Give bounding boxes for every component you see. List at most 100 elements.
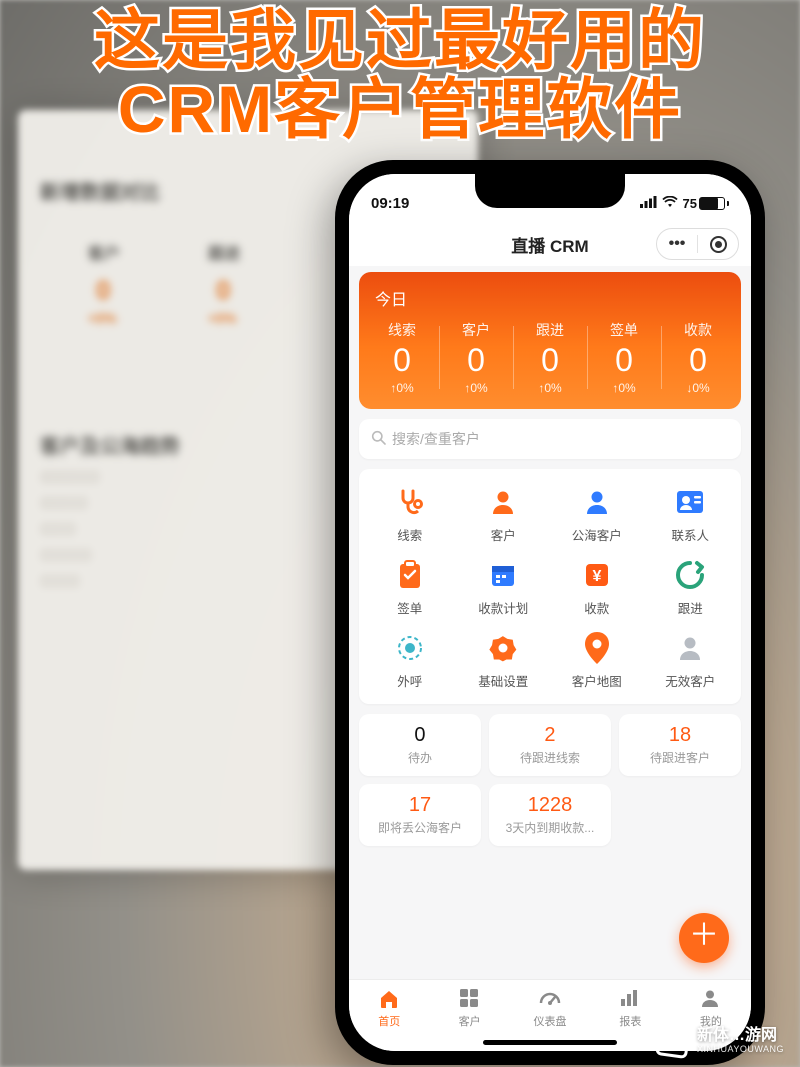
notch xyxy=(475,174,625,208)
clipboard-icon xyxy=(393,558,427,592)
capsule-close-button[interactable] xyxy=(698,229,738,259)
stat-delta: ↑0% xyxy=(439,381,513,395)
module-label: 客户 xyxy=(491,525,516,544)
target-icon xyxy=(710,236,727,253)
home-indicator xyxy=(483,1040,617,1045)
module-label: 跟进 xyxy=(678,598,703,617)
plus-icon: ＋ xyxy=(689,919,719,952)
stat-delta: ↑0% xyxy=(365,381,439,395)
stat-value: 0 xyxy=(587,342,661,379)
stethoscope-icon xyxy=(393,485,427,519)
module-label: 外呼 xyxy=(397,671,422,690)
module-settings[interactable]: 基础设置 xyxy=(457,631,551,690)
bg-heading: 客户及公海趋势 xyxy=(40,430,180,459)
module-customers[interactable]: 客户 xyxy=(457,485,551,544)
tile-number: 17 xyxy=(409,794,431,817)
module-label: 公海客户 xyxy=(572,525,622,544)
bg-col: 跟进 xyxy=(208,240,240,264)
pin-icon xyxy=(580,631,614,665)
signal-icon xyxy=(640,195,657,212)
status-time: 09:19 xyxy=(371,195,409,212)
module-label: 基础设置 xyxy=(478,671,528,690)
title-bar: 直播 CRM ••• xyxy=(349,222,751,266)
bg-col: 客户 xyxy=(88,240,120,264)
stat-客户[interactable]: 客户0 ↑0% xyxy=(439,320,513,395)
bg-val: 0 xyxy=(216,275,230,306)
module-label: 客户地图 xyxy=(572,671,622,690)
chart-icon xyxy=(619,988,641,1010)
tile-label: 3天内到期收款... xyxy=(506,819,595,836)
stat-跟进[interactable]: 跟进0↑0% xyxy=(513,320,587,395)
module-orders[interactable]: 签单 xyxy=(363,558,457,617)
stat-线索[interactable]: 线索0↑0% xyxy=(365,320,439,395)
stat-label: 客户 xyxy=(439,320,513,340)
swirl-icon xyxy=(673,558,707,592)
app-title: 直播 CRM xyxy=(511,232,588,257)
tab-label: 报表 xyxy=(619,1013,641,1029)
tile-pay-3d[interactable]: 1228 3天内到期收款... xyxy=(489,784,611,846)
search-input[interactable]: 搜索/查重客户 xyxy=(359,419,741,459)
stat-delta: ↑0% xyxy=(587,381,661,395)
search-icon xyxy=(371,430,386,448)
tile-label: 待跟进线索 xyxy=(520,749,580,766)
svg-text:¥: ¥ xyxy=(592,568,601,585)
module-payplan[interactable]: 收款计划 xyxy=(457,558,551,617)
module-map[interactable]: 客户地图 xyxy=(550,631,644,690)
module-label: 收款 xyxy=(584,598,609,617)
module-invalid[interactable]: 无效客户 xyxy=(644,631,738,690)
module-label: 无效客户 xyxy=(665,671,715,690)
person-icon xyxy=(486,485,520,519)
stat-签单[interactable]: 签单0 ↑0% xyxy=(587,320,661,395)
battery-indicator: 75 xyxy=(683,196,729,211)
phone-screen: 09:19 75 直播 CRM ••• xyxy=(349,174,751,1051)
gauge-icon xyxy=(539,988,561,1010)
tab-customers[interactable]: 客户 xyxy=(429,980,509,1037)
stat-收款[interactable]: 收款0↓0% xyxy=(661,320,735,395)
add-fab-button[interactable]: ＋ xyxy=(679,913,729,963)
stat-label: 跟进 xyxy=(513,320,587,340)
person-icon xyxy=(673,631,707,665)
yen-icon: ¥ xyxy=(580,558,614,592)
module-contacts[interactable]: 联系人 xyxy=(644,485,738,544)
tile-leads-due[interactable]: 2 待跟进线索 xyxy=(489,714,611,776)
stat-label: 收款 xyxy=(661,320,735,340)
watermark: 新体…游网 XINHUAYOUWANG xyxy=(657,1025,784,1057)
tile-todo[interactable]: 0待办 xyxy=(359,714,481,776)
tile-number: 18 xyxy=(669,724,691,747)
search-placeholder: 搜索/查重客户 xyxy=(392,429,480,449)
tab-label: 客户 xyxy=(459,1013,481,1029)
module-payment[interactable]: ¥ 收款 xyxy=(550,558,644,617)
stat-delta: ↓0% xyxy=(661,381,735,395)
phone-frame: 09:19 75 直播 CRM ••• xyxy=(335,160,765,1065)
tab-home[interactable]: 首页 xyxy=(349,980,429,1037)
tab-dashboard[interactable]: 仪表盘 xyxy=(510,980,590,1037)
contact-icon xyxy=(673,485,707,519)
house-icon xyxy=(378,988,400,1010)
capsule-menu-button[interactable]: ••• xyxy=(657,229,697,259)
tile-number: 2 xyxy=(544,724,555,747)
tab-label: 仪表盘 xyxy=(534,1013,567,1029)
tile-sea-soon[interactable]: 17即将丢公海客户 xyxy=(359,784,481,846)
tile-cust-due[interactable]: 18 待跟进客户 xyxy=(619,714,741,776)
module-follow[interactable]: 跟进 xyxy=(644,558,738,617)
module-leads[interactable]: 线索 xyxy=(363,485,457,544)
user-icon xyxy=(700,988,722,1010)
watermark-title: 新体…游网 xyxy=(697,1028,784,1045)
module-call[interactable]: 外呼 xyxy=(363,631,457,690)
calendar-icon xyxy=(486,558,520,592)
module-grid: 线索 客户 公海客户 联系人签单收款计划 ¥ 收款 跟进外呼 基础设置 客户地图 无效客户 xyxy=(359,469,741,704)
watermark-subtitle: XINHUAYOUWANG xyxy=(697,1045,784,1054)
module-label: 线索 xyxy=(397,525,422,544)
stat-value: 0 xyxy=(439,342,513,379)
tile-label: 待跟进客户 xyxy=(650,749,710,766)
tile-number: 1228 xyxy=(528,794,573,817)
tile-number: 0 xyxy=(414,724,425,747)
task-tiles: 0待办 2 待跟进线索 18 待跟进客户 17即将丢公海客户 1228 3天内到期收款... xyxy=(359,714,741,846)
stat-value: 0 xyxy=(365,342,439,379)
today-label: 今日 xyxy=(365,286,735,310)
bg-heading: 新增数据对比 xyxy=(40,176,160,205)
module-sea[interactable]: 公海客户 xyxy=(550,485,644,544)
tab-label: 首页 xyxy=(378,1013,400,1029)
stat-label: 签单 xyxy=(587,320,661,340)
wifi-icon xyxy=(662,195,678,212)
